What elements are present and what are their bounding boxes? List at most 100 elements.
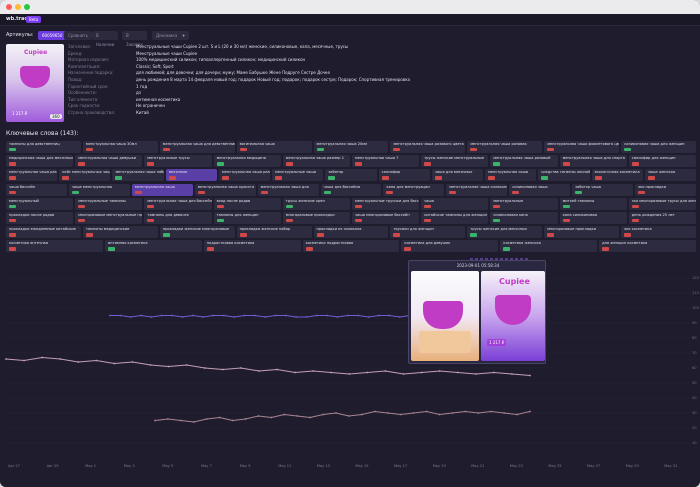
- keyword-chip[interactable]: трусы женские менструальные: [421, 155, 489, 168]
- keyword-chip[interactable]: косметика аптечная: [6, 240, 103, 253]
- keyword-chip[interactable]: менструальные чаши: [272, 169, 324, 182]
- data-point: [244, 418, 247, 420]
- tab-in-stock[interactable]: В Наличии: [92, 31, 119, 47]
- keyword-chip[interactable]: трусы женские для месячных: [467, 226, 543, 239]
- keyword-chip[interactable]: менструальная чаша для девственницы: [159, 141, 235, 153]
- keyword-chip[interactable]: тампоны для девочек: [144, 212, 212, 224]
- keyword-chip[interactable]: средства гигиены личной: [538, 169, 590, 182]
- keyword-chip[interactable]: менструальная чаша: [131, 183, 193, 196]
- close-dot-icon[interactable]: [6, 4, 12, 10]
- keyword-text: менструальная чаша 20мл: [316, 142, 368, 146]
- keyword-chip[interactable]: капа силиконовая: [559, 212, 627, 224]
- y-tick-label: 70: [692, 351, 697, 355]
- keyword-chip[interactable]: менструальная чаша силиконовая: [446, 183, 508, 196]
- keyword-chip[interactable]: прокладки женские многоразовые: [159, 226, 235, 239]
- data-point: [140, 314, 142, 317]
- keyword-chip[interactable]: менструальная чаша 30мл: [82, 141, 158, 153]
- keyword-chip[interactable]: кейс менструальных чаш: [59, 169, 111, 182]
- keyword-chip[interactable]: экологичная косметика: [591, 169, 643, 182]
- keyword-chip[interactable]: менструальная чаша набор: [112, 169, 164, 182]
- keyword-chip[interactable]: эко косметика: [621, 226, 696, 239]
- keyword-chip[interactable]: менструальная чаша красота: [194, 183, 256, 196]
- keyword-chip[interactable]: менструальные тампоны: [75, 197, 143, 210]
- keyword-text: косметика для девушек: [404, 241, 451, 246]
- keyword-chip[interactable]: многоразовые прокладки: [544, 226, 620, 239]
- keyword-chip[interactable]: чаша бассейн: [6, 183, 67, 196]
- keyword-chip[interactable]: менструальные трусы: [144, 155, 212, 168]
- keyword-chip[interactable]: заботэр чаша: [572, 183, 634, 196]
- tab-dynamics[interactable]: Динамика: [152, 31, 182, 40]
- tooltip-logo: Cupiee: [499, 277, 530, 286]
- keyword-chip[interactable]: многоразовые менструальные прокладки: [75, 212, 143, 224]
- keyword-chip[interactable]: чаша для бассейна: [320, 183, 382, 196]
- keyword-chip[interactable]: для женщин косметика: [599, 240, 696, 253]
- keyword-chip[interactable]: подростковая косметика: [203, 240, 301, 253]
- minimize-dot-icon[interactable]: [15, 4, 21, 10]
- keyword-chip[interactable]: заботэр: [325, 169, 377, 182]
- keyword-chip[interactable]: чаша: [421, 197, 489, 210]
- keyword-chip[interactable]: менструальные: [490, 197, 558, 210]
- keyword-text: менструальная чаша фиолетового цвета: [547, 142, 620, 146]
- keyword-chip[interactable]: менструальная медицина: [213, 155, 281, 168]
- keyword-chip[interactable]: трусы женские хрен: [282, 197, 350, 210]
- keyword-chip[interactable]: тампоны для девственниц: [6, 141, 81, 153]
- keyword-chip[interactable]: прокладки женские набор: [236, 226, 312, 239]
- keyword-chip[interactable]: косметика для девушек: [401, 240, 499, 253]
- rank-indicator: [260, 190, 268, 194]
- keyword-chip[interactable]: месячные: [165, 169, 217, 182]
- data-point: [276, 368, 278, 371]
- keyword-chip[interactable]: менструальная чаша розовая: [467, 141, 543, 153]
- keyword-chip[interactable]: менструальная чаша фиолетового цвета: [544, 141, 620, 153]
- keyword-chip[interactable]: менструальная чаша: [485, 169, 537, 182]
- keyword-chip[interactable]: косметика женская: [500, 240, 598, 253]
- keyword-chip[interactable]: миткей тампоны: [559, 197, 627, 210]
- keyword-chip[interactable]: менструальная чаша размер 1: [282, 155, 350, 168]
- keyword-chip[interactable]: эко прокладки: [635, 183, 696, 196]
- keyword-chip[interactable]: менструальная чаша размер l: [218, 169, 271, 182]
- keyword-chip[interactable]: прокладки из силикона: [313, 226, 389, 239]
- data-point: [326, 314, 329, 317]
- keyword-chip[interactable]: силиконовая чаша: [509, 183, 571, 196]
- keyword-chip[interactable]: чаша женская: [644, 169, 696, 182]
- keyword-chip[interactable]: силиконовая капа: [490, 212, 558, 224]
- keyword-chip[interactable]: менструальный: [6, 197, 74, 210]
- keyword-chip[interactable]: менструальная чаша для бассейна: [144, 197, 212, 210]
- keyword-chip[interactable]: китайские тампоны для женщин: [421, 212, 489, 224]
- keyword-chip[interactable]: чаша для месячных: [431, 169, 484, 182]
- keyword-chip[interactable]: сапсифир для женщин: [628, 155, 696, 168]
- article-chip-active[interactable]: 60059650: [38, 31, 67, 40]
- keyword-chip[interactable]: капа для менструации: [383, 183, 445, 196]
- add-article-button[interactable]: +: [178, 31, 190, 40]
- tab-compare[interactable]: Сравнить: [64, 31, 93, 40]
- keyword-chip[interactable]: день рождения 25 лет: [628, 212, 696, 224]
- keyword-chip[interactable]: трусики для женщин: [390, 226, 466, 239]
- keyword-chip[interactable]: медицинская чаша для месячных: [6, 155, 74, 168]
- keyword-chip[interactable]: косметика подростковая: [302, 240, 400, 253]
- keyword-chip[interactable]: эко многоразовые трусы для женщин: [628, 197, 696, 210]
- keyword-chip[interactable]: чаши многоразовые бассейн: [352, 212, 420, 224]
- keyword-chip[interactable]: менструальная чаша девушки: [75, 155, 143, 168]
- keyword-chip[interactable]: вагинальная чаша: [236, 141, 312, 153]
- keyword-chip[interactable]: чаша менструальная: [68, 183, 130, 196]
- keyword-chip[interactable]: тампоны медицинские: [82, 226, 158, 239]
- keyword-chip[interactable]: интимная косметика: [104, 240, 202, 253]
- maximize-dot-icon[interactable]: [24, 4, 30, 10]
- product-image[interactable]: Cupiee 1 217 ₽: [6, 44, 64, 122]
- keyword-chip[interactable]: прокладки ежедневные китайские: [6, 226, 81, 239]
- keyword-chip[interactable]: менструальная чаша розовый: [490, 155, 558, 168]
- keyword-chip[interactable]: силиконовая чаша для женщин: [621, 141, 696, 153]
- keyword-chip[interactable]: сапсифир: [378, 169, 430, 182]
- keyword-chip[interactable]: менструальная чаша розового цвета: [390, 141, 466, 153]
- keyword-chip[interactable]: менструальная чаша для: [257, 183, 319, 196]
- keyword-chip[interactable]: менструальная чаша 7: [352, 155, 420, 168]
- tab-orders[interactable]: В Заказах: [122, 31, 147, 47]
- keyword-chip[interactable]: тампоны для женщин: [213, 212, 281, 224]
- keyword-chip[interactable]: многоразовые прокладки: [282, 212, 350, 224]
- keyword-chip[interactable]: прокладки после родов: [6, 212, 74, 224]
- keyword-chip[interactable]: менструальная чаша для спорта: [559, 155, 627, 168]
- keyword-chip[interactable]: менструальная чаша 20мл: [313, 141, 389, 153]
- data-point: [179, 419, 182, 422]
- keyword-chip[interactable]: вход после родов: [213, 197, 281, 210]
- keyword-chip[interactable]: менструальные трусики для бассейна: [352, 197, 420, 210]
- keyword-chip[interactable]: менструальная чаша размер s: [6, 169, 58, 182]
